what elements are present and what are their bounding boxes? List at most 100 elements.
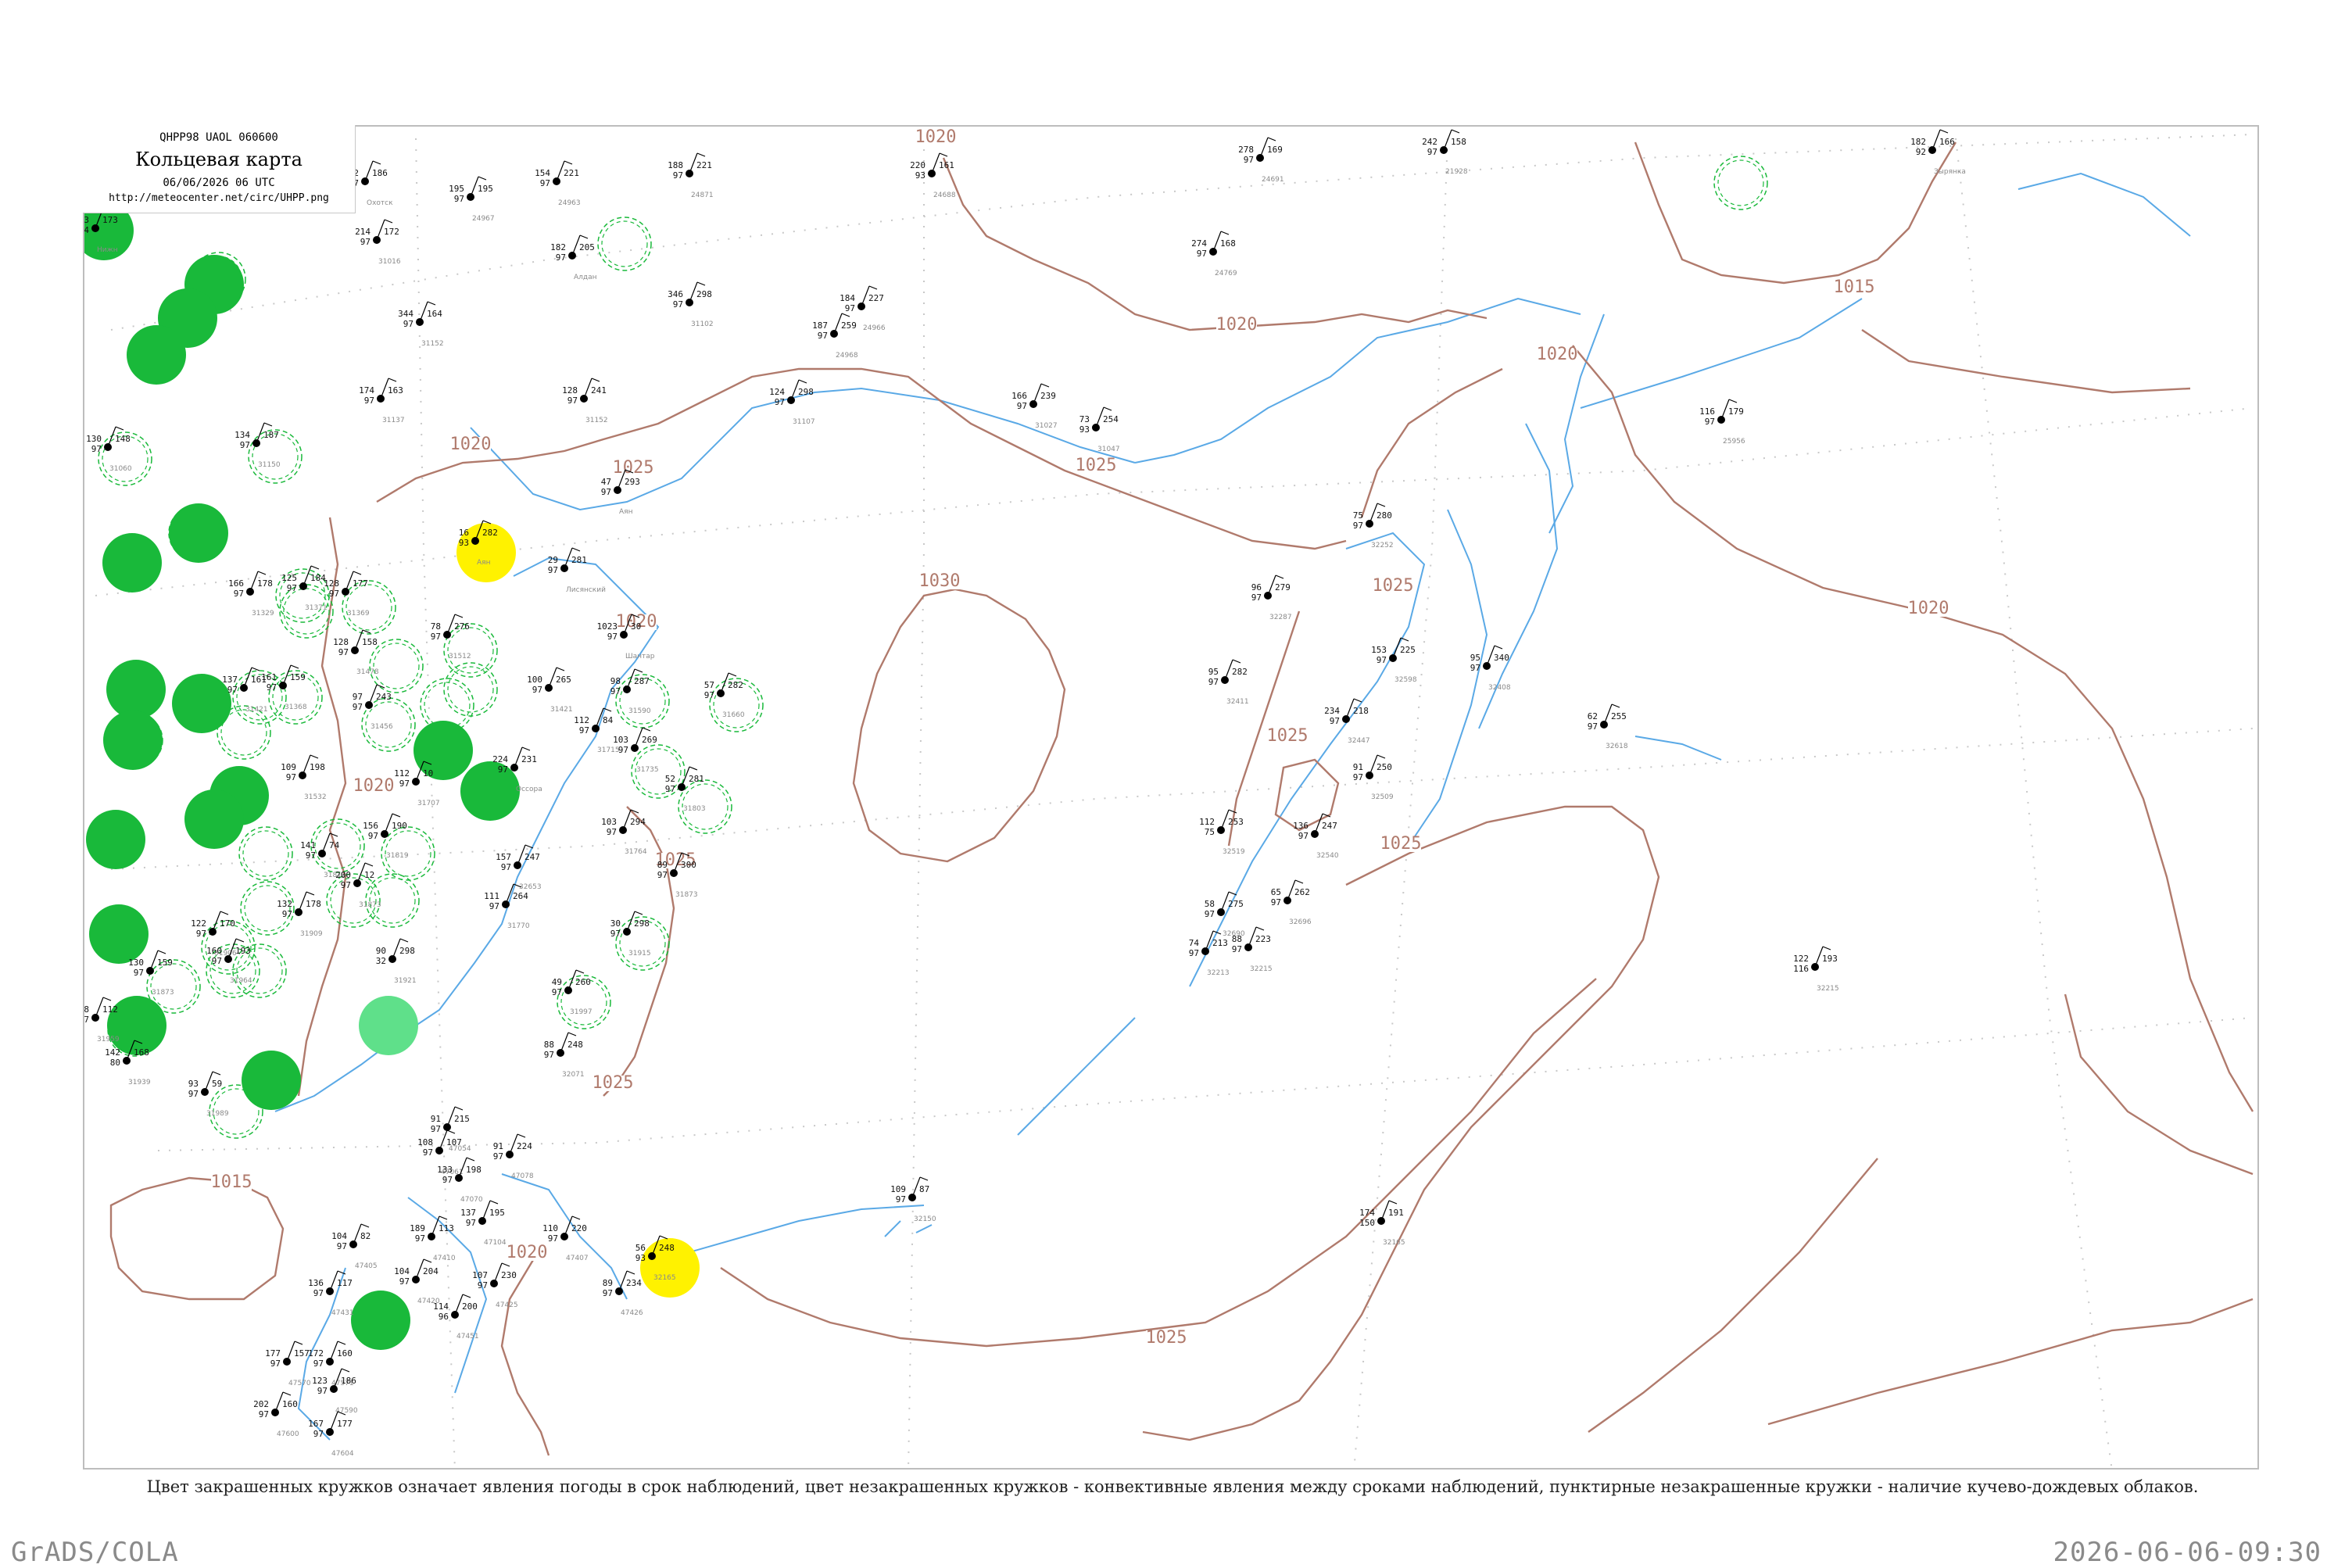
- station-model[interactable]: 18292 166 Зырянка: [1910, 129, 1966, 176]
- station-temperature: 130: [128, 958, 144, 968]
- station-model[interactable]: 20297 160 47600: [253, 1391, 299, 1438]
- station-model[interactable]: 5297 281 31803: [665, 766, 706, 813]
- station-model[interactable]: 18797 259 24968: [812, 313, 858, 360]
- station-model[interactable]: 13097 159 31873: [128, 950, 174, 997]
- station-pressure: 340: [1494, 653, 1509, 663]
- station-model[interactable]: 2997 281 Лисянский: [548, 547, 606, 594]
- station-pressure: 230: [501, 1270, 517, 1280]
- station-model[interactable]: 12897 241 31152: [562, 378, 608, 424]
- station-model[interactable]: 9797 243 31456: [353, 684, 393, 731]
- station-model[interactable]: 10797 230 47425: [472, 1262, 518, 1309]
- station-model[interactable]: 18897 221 24871: [668, 152, 714, 199]
- station-temperature: 16: [459, 528, 469, 538]
- station-model[interactable]: 15797 247 32653: [496, 844, 542, 891]
- station-model[interactable]: 13697 117 47431: [308, 1270, 354, 1317]
- station-model[interactable]: 122116 193 32215: [1793, 946, 1839, 993]
- station-model[interactable]: 11197 264 31770: [484, 883, 530, 930]
- station-model[interactable]: 11275 253 32519: [1199, 809, 1245, 856]
- station-pressure: 282: [482, 528, 498, 538]
- station-model[interactable]: 13697 247 32540: [1293, 813, 1339, 860]
- station-model[interactable]: 4997 260 31997: [552, 969, 593, 1016]
- station-name: 31152: [421, 340, 444, 348]
- station-model[interactable]: 13097 148 31060: [86, 426, 132, 473]
- station-model[interactable]: 10997 87 32150: [890, 1176, 936, 1223]
- station-model[interactable]: 6597 262 32696: [1271, 879, 1312, 926]
- station-model[interactable]: 13797 195 47104: [460, 1200, 507, 1247]
- station-model[interactable]: 22093 161 24688: [910, 152, 956, 199]
- station-model[interactable]: 15697 190 31819: [363, 813, 409, 860]
- station-model[interactable]: 10397 269 31735: [613, 727, 659, 774]
- station-model[interactable]: 3097 298 31915: [610, 911, 651, 958]
- station-model[interactable]: 9032 298 31921: [376, 938, 417, 985]
- station-model[interactable]: 16797 177 47604: [308, 1411, 354, 1458]
- station-model[interactable]: 11297 10 31707: [394, 761, 440, 807]
- station-name: 47604: [331, 1450, 354, 1458]
- station-model[interactable]: 9397 59 31989: [188, 1071, 229, 1118]
- wind-barb-feather-icon: [521, 746, 531, 751]
- station-model[interactable]: 11496 200 47451: [433, 1294, 479, 1341]
- station-model[interactable]: 24297 158 21928: [1422, 129, 1468, 176]
- station-model[interactable]: 7393 254 31047: [1079, 406, 1120, 453]
- station-model[interactable]: 11297 84 31715: [574, 707, 620, 754]
- rain-circle: [127, 325, 186, 385]
- station-model[interactable]: 12897 158 31478: [333, 629, 379, 676]
- station-model[interactable]: 23497 218 32447: [1324, 698, 1370, 745]
- station-temperature: 184: [840, 293, 855, 303]
- station-visibility: 97: [267, 682, 277, 693]
- station-model[interactable]: 18997 113 47410: [410, 1215, 456, 1262]
- station-model[interactable]: 1959719524967: [449, 176, 495, 223]
- station-model[interactable]: 6297 255 32618: [1588, 703, 1628, 750]
- station-model[interactable]: 7597 280 32252: [1353, 503, 1394, 550]
- wind-barb-feather-icon: [1275, 575, 1284, 579]
- station-model[interactable]: 8897 223 32215: [1232, 926, 1273, 973]
- station-model[interactable]: 9697 279 32287: [1251, 575, 1292, 621]
- station-model[interactable]: 8997 234 47426: [603, 1270, 643, 1317]
- station-name: 31909: [300, 930, 323, 938]
- station-model[interactable]: 12497 298 31107: [769, 379, 815, 426]
- station-model[interactable]: 11697 179 25956: [1699, 399, 1745, 446]
- station-model[interactable]: 1049720447420: [394, 1258, 440, 1305]
- station-model[interactable]: 17797 157 47570: [265, 1341, 311, 1387]
- wind-barb-feather-icon: [1232, 659, 1241, 664]
- station-model[interactable]: 9597 282 32411: [1208, 659, 1249, 706]
- station-model[interactable]: 10497 82 47405: [331, 1223, 378, 1270]
- station-model[interactable]: 7897 276 31512: [431, 614, 471, 660]
- station-model[interactable]: 27897 169 24691: [1238, 137, 1284, 184]
- station-temperature: 112: [394, 768, 410, 779]
- station-model[interactable]: 16697 239 31027: [1011, 383, 1058, 430]
- station-model[interactable]: 9197 224 47078: [493, 1133, 534, 1180]
- station-model[interactable]: 11097 220 47407: [542, 1215, 589, 1262]
- station-temperature: 56: [635, 1243, 646, 1253]
- station-model[interactable]: 18297 205 Алдан: [550, 234, 597, 281]
- station-model[interactable]: 16197 159 31368: [261, 664, 307, 711]
- station-model[interactable]: 10397 294 31764: [601, 809, 647, 856]
- station-pressure: 169: [1267, 145, 1283, 155]
- station-model[interactable]: 10097 265 31421: [527, 667, 573, 714]
- wind-barb-feather-icon: [462, 1294, 471, 1298]
- station-pressure: 190: [392, 821, 407, 831]
- station-model[interactable]: 10997 198 31532: [281, 754, 327, 801]
- isobar-label: 1020: [1908, 599, 1949, 618]
- station-model[interactable]: 34497 164 31152: [398, 301, 444, 348]
- station-model[interactable]: 17497 163 31137: [359, 378, 405, 424]
- station-temperature: 95: [1470, 653, 1480, 663]
- station-model[interactable]: 9197 250 32509: [1353, 754, 1394, 801]
- station-model[interactable]: 21497 172 31016: [355, 219, 401, 266]
- station-model[interactable]: 12397 186 47590: [312, 1368, 358, 1415]
- station-model[interactable]: 15497 221 24963: [535, 160, 581, 207]
- station-visibility: 97: [353, 702, 363, 712]
- station-visibility: 97: [259, 1409, 269, 1419]
- station-model[interactable]: 15397 225 32598: [1371, 637, 1417, 684]
- station-model[interactable]: 27497 168 24769: [1191, 231, 1237, 277]
- station-model[interactable]: 13397 198 47070: [437, 1157, 483, 1204]
- station-model[interactable]: 16697 178 31329: [228, 571, 274, 618]
- station-model[interactable]: 5797 282 31660: [704, 672, 745, 719]
- station-model[interactable]: 13297 178 31909: [277, 891, 323, 938]
- station-model[interactable]: 8897 248 32071: [544, 1032, 585, 1079]
- map-source-url[interactable]: http://meteocenter.net/circ/UHPP.png: [83, 192, 355, 204]
- station-model[interactable]: 34697 298 31102: [668, 281, 714, 328]
- station-model[interactable]: 9897 287 31590: [610, 668, 651, 715]
- station-model[interactable]: 174150 191 32165: [1359, 1200, 1405, 1247]
- station-model[interactable]: 13497 187 31150: [234, 422, 281, 469]
- station-model[interactable]: 7497 213 32213: [1189, 930, 1230, 977]
